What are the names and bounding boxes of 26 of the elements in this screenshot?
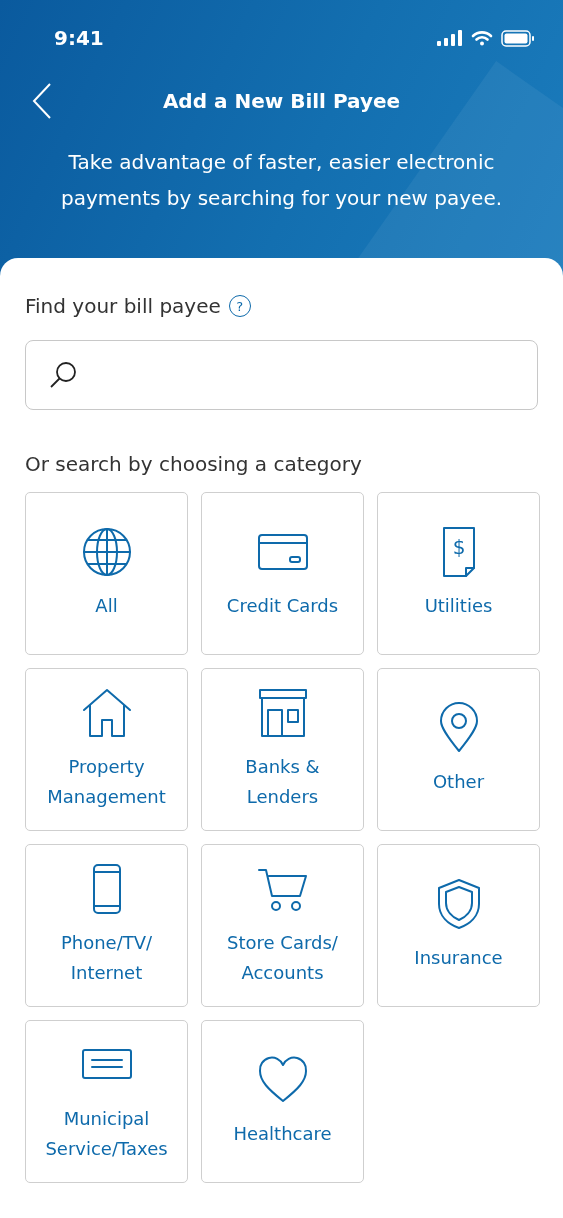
category-tile[interactable]: Municipal Service/Taxes bbox=[25, 1020, 188, 1183]
signal-icon bbox=[437, 30, 463, 46]
category-tile[interactable]: Other bbox=[377, 668, 540, 831]
category-tile[interactable]: Insurance bbox=[377, 844, 540, 1007]
search-icon bbox=[48, 360, 78, 390]
category-tile[interactable]: $ Utilities bbox=[377, 492, 540, 655]
battery-icon bbox=[501, 29, 535, 47]
page-title: Add a New Bill Payee bbox=[162, 89, 401, 113]
category-tile[interactable]: Store Cards/ Accounts bbox=[201, 844, 364, 1007]
category-tile[interactable]: Banks & Lenders bbox=[201, 668, 364, 831]
category-tile[interactable]: All bbox=[25, 492, 188, 655]
category-tile[interactable]: Phone/TV/ Internet bbox=[25, 844, 188, 1007]
heart-icon bbox=[257, 1054, 308, 1105]
search-field[interactable] bbox=[25, 340, 538, 410]
header-subtitle: Take advantage of faster, easier electronic payments by searching for your new payee. bbox=[59, 149, 504, 212]
search-label: Find your bill payee bbox=[25, 294, 221, 318]
building-icon bbox=[257, 687, 308, 738]
globe-icon bbox=[81, 526, 132, 577]
category-tile[interactable]: Healthcare bbox=[201, 1020, 364, 1183]
wifi-icon bbox=[471, 30, 493, 46]
status-time: 9:41 bbox=[54, 26, 104, 50]
house-icon bbox=[81, 687, 132, 738]
category-tile[interactable]: Property Management bbox=[25, 668, 188, 831]
category-tile[interactable]: Credit Cards bbox=[201, 492, 364, 655]
back-icon[interactable] bbox=[32, 83, 52, 119]
category-heading: Or search by choosing a category bbox=[25, 452, 363, 476]
